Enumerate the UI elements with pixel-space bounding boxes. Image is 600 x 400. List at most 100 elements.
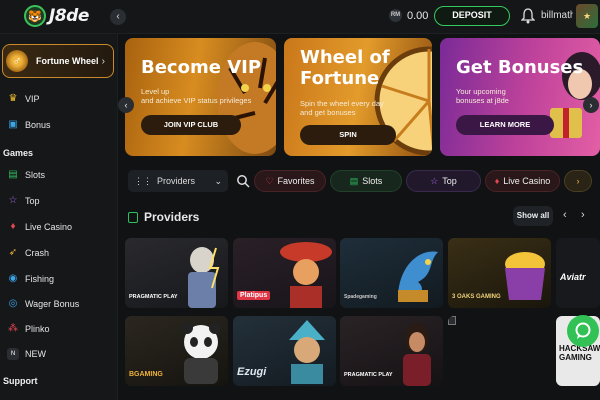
warrior-illustration xyxy=(289,320,325,384)
crown-icon: ♛ xyxy=(8,93,18,104)
chevron-right-icon: › xyxy=(101,55,105,67)
provider-label: Aviatr xyxy=(560,272,586,282)
coins-icon: ◎ xyxy=(8,298,18,309)
sidebar-item-label: Wager Bonus xyxy=(25,299,80,309)
banner-title: Get Bonuses xyxy=(456,57,584,78)
bell-icon[interactable] xyxy=(521,8,535,24)
sidebar-item-fishing[interactable]: ◉ Fishing xyxy=(0,268,118,290)
pill-label: Live Casino xyxy=(503,176,551,186)
sidebar-item-bonus[interactable]: ▣ Bonus xyxy=(0,114,118,136)
show-all-button[interactable]: Show all xyxy=(513,206,553,226)
panda-illustration xyxy=(181,322,221,384)
live-chat-button[interactable] xyxy=(567,315,599,347)
provider-card-broken-image[interactable] xyxy=(448,316,551,386)
search-icon[interactable] xyxy=(236,174,250,188)
sidebar-item-vip[interactable]: ♛ VIP xyxy=(0,88,118,110)
star-icon: ☆ xyxy=(430,175,439,186)
pill-label: Top xyxy=(442,176,457,186)
spin-button[interactable]: SPIN xyxy=(300,125,396,145)
sidebar-item-label: Live Casino xyxy=(25,222,73,232)
provider-label: Platipus xyxy=(237,291,271,300)
learn-more-button[interactable]: LEARN MORE xyxy=(456,115,554,135)
providers-dropdown[interactable]: ⋮⋮ Providers ⌄ xyxy=(128,170,228,192)
sidebar-item-label: Slots xyxy=(25,170,46,180)
provider-card-aviatrix[interactable]: Aviatr xyxy=(556,238,600,308)
avatar[interactable]: ★ xyxy=(576,4,598,28)
sidebar-item-label: Crash xyxy=(25,248,50,258)
games-heading: Games xyxy=(3,148,34,158)
provider-card-pragmatic-play-live[interactable]: PRAGMATIC PLAY xyxy=(340,316,443,386)
banner-get-bonuses[interactable]: Get Bonuses Your upcoming bonuses at j8d… xyxy=(440,38,600,156)
currency-badge: RM xyxy=(389,9,402,22)
chat-bubble-icon xyxy=(575,322,591,339)
filter-pill-favorites[interactable]: ♡ Favorites xyxy=(254,170,326,192)
sidebar-item-slots[interactable]: ▤ Slots xyxy=(0,164,118,186)
banner-subtitle: Level up xyxy=(141,87,170,96)
filter-pill-slots[interactable]: ▤ Slots xyxy=(330,170,402,192)
username-label[interactable]: billmathe... xyxy=(541,10,573,21)
slots-icon: ▤ xyxy=(8,169,18,180)
cards-icon: ♦ xyxy=(494,176,500,186)
sidebar-item-label: Plinko xyxy=(25,324,50,334)
pill-label: Slots xyxy=(362,176,383,186)
zeus-illustration xyxy=(188,247,220,308)
broken-image-icon xyxy=(448,316,456,325)
sidebar-item-live-casino[interactable]: ♦ Live Casino xyxy=(0,216,118,238)
sidebar-item-label: Fishing xyxy=(25,274,55,284)
filter-pill-live-casino[interactable]: ♦ Live Casino xyxy=(485,170,560,192)
tiger-logo-icon: 🐯 xyxy=(24,5,46,27)
provider-card-3-oaks[interactable]: 3 OAKS GAMING xyxy=(448,238,551,308)
banner-subtitle: and achieve VIP status privileges xyxy=(141,96,252,105)
banner-prev-button[interactable]: ‹ xyxy=(118,97,134,113)
logo-text: J8de xyxy=(49,6,89,26)
provider-card-spadegaming[interactable]: Spadegaming xyxy=(340,238,443,308)
balance-amount: 0.00 xyxy=(407,9,429,22)
sidebar: ♂ Fortune Wheel › ♛ VIP ▣ Bonus Games ▤ … xyxy=(0,34,118,400)
providers-icon xyxy=(128,211,138,223)
game-filter-bar: ⋮⋮ Providers ⌄ ♡ Favorites ▤ Slots ☆ Top… xyxy=(122,166,600,196)
providers-dropdown-label: Providers xyxy=(157,176,196,186)
chevron-right-icon: › xyxy=(576,176,580,186)
gift-icon: ▣ xyxy=(8,119,18,130)
gold-pot-illustration xyxy=(505,252,545,300)
sidebar-item-label: Top xyxy=(25,196,40,206)
site-logo[interactable]: 🐯 J8de xyxy=(24,5,89,27)
banner-become-vip[interactable]: Become VIP Level up and achieve VIP stat… xyxy=(125,38,276,156)
providers-prev-button[interactable]: ‹ xyxy=(563,209,567,221)
wheel-icon: ♂ xyxy=(6,50,28,72)
filter-pill-top[interactable]: ☆ Top xyxy=(406,170,481,192)
join-vip-club-button[interactable]: JOIN VIP CLUB xyxy=(141,115,241,135)
sidebar-item-label: VIP xyxy=(25,94,40,104)
filter-pill-more[interactable]: › xyxy=(564,170,592,192)
provider-label: Ezugi xyxy=(237,366,267,378)
providers-heading: Providers xyxy=(144,210,200,224)
sidebar-item-plinko[interactable]: ⁂ Plinko xyxy=(0,318,118,340)
provider-label: 3 OAKS GAMING xyxy=(452,294,501,300)
wallet-balance[interactable]: RM 0.00 xyxy=(389,9,428,22)
sidebar-item-crash[interactable]: ➶ Crash xyxy=(0,242,118,264)
slots-icon: ▤ xyxy=(349,175,359,186)
grid-icon: ⋮⋮ xyxy=(134,175,152,186)
providers-next-button[interactable]: › xyxy=(581,209,585,221)
new-icon: N xyxy=(7,348,19,360)
fortune-wheel-button[interactable]: ♂ Fortune Wheel › xyxy=(2,44,114,78)
banner-next-button[interactable]: › xyxy=(583,97,599,113)
top-bar: 🐯 J8de ‹ RM 0.00 DEPOSIT billmathe... ★ xyxy=(0,0,600,34)
sidebar-item-wager-bonus[interactable]: ◎ Wager Bonus xyxy=(0,293,118,315)
provider-card-bgaming[interactable]: BGAMING xyxy=(125,316,228,386)
collapse-sidebar-button[interactable]: ‹ xyxy=(110,9,126,25)
fish-icon: ◉ xyxy=(8,273,18,284)
banner-wheel-of-fortune[interactable]: Wheel of Fortune Spin the wheel every da… xyxy=(284,38,432,156)
sidebar-item-new[interactable]: N NEW xyxy=(0,343,118,365)
provider-label: PRAGMATIC PLAY xyxy=(344,372,393,378)
cards-icon: ♦ xyxy=(10,221,16,232)
deposit-button[interactable]: DEPOSIT xyxy=(434,6,510,26)
sidebar-item-top[interactable]: ☆ Top xyxy=(0,190,118,212)
chevron-down-icon: ⌄ xyxy=(214,175,222,186)
provider-card-platipus[interactable]: Platipus xyxy=(233,238,336,308)
providers-section-title: Providers xyxy=(128,210,199,224)
provider-card-ezugi[interactable]: Ezugi xyxy=(233,316,336,386)
provider-card-pragmatic-play[interactable]: PRAGMATIC PLAY xyxy=(125,238,228,308)
rocket-icon: ➶ xyxy=(8,247,18,258)
banner-title: Become VIP xyxy=(141,57,262,78)
